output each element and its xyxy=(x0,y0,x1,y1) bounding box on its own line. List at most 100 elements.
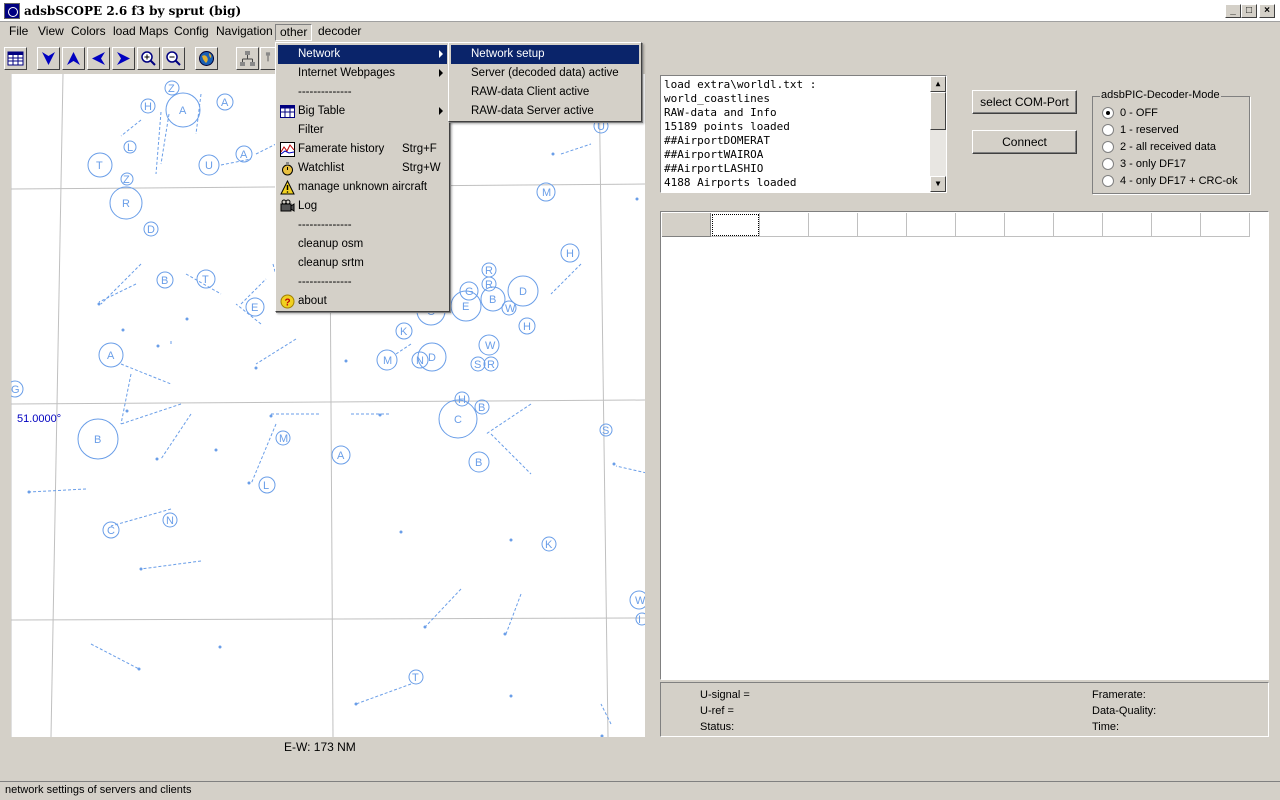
globe-icon[interactable] xyxy=(195,47,218,70)
menu-item-network[interactable]: Network xyxy=(278,45,447,64)
arrow-down-icon[interactable] xyxy=(37,47,60,70)
table-header-cell[interactable] xyxy=(956,213,1005,237)
network-icon-2[interactable] xyxy=(260,47,276,70)
radio-icon[interactable] xyxy=(1102,141,1114,153)
svg-text:S: S xyxy=(474,359,481,371)
arrow-left-icon[interactable] xyxy=(87,47,110,70)
connect-button[interactable]: Connect xyxy=(972,130,1077,154)
status-bar-text: network settings of servers and clients xyxy=(5,784,192,796)
menu-item-log[interactable]: Log xyxy=(278,197,447,216)
svg-text:M: M xyxy=(542,187,551,199)
menu-separator: -------------- xyxy=(298,219,352,231)
menu-decoder[interactable]: decoder xyxy=(314,24,365,41)
log-scrollbar[interactable]: ▲ ▼ xyxy=(930,76,946,192)
mode-option-4[interactable]: 4 - only DF17 + CRC-ok xyxy=(1102,173,1238,189)
table-header-cell[interactable] xyxy=(858,213,907,237)
status-label: Status: xyxy=(700,721,735,733)
svg-text:T: T xyxy=(202,274,209,286)
help-icon: ? xyxy=(280,294,295,309)
menu-item-internet-webpages[interactable]: Internet Webpages xyxy=(278,64,447,83)
menu-bar: File View Colors load Maps Config Naviga… xyxy=(0,22,1280,42)
arrow-up-icon[interactable] xyxy=(62,47,85,70)
zoom-in-icon[interactable] xyxy=(137,47,160,70)
table-icon[interactable] xyxy=(4,47,27,70)
table-header-cell[interactable] xyxy=(662,213,711,237)
scroll-down-icon[interactable]: ▼ xyxy=(930,176,946,192)
table-header-cell[interactable] xyxy=(1152,213,1201,237)
log-line: ##AirportDOMERAT xyxy=(664,134,770,147)
scroll-up-icon[interactable]: ▲ xyxy=(930,76,946,92)
svg-text:H: H xyxy=(144,101,152,113)
menu-item-network-setup[interactable]: Network setup xyxy=(451,45,639,64)
svg-text:A: A xyxy=(240,149,248,161)
maximize-button[interactable]: □ xyxy=(1241,4,1257,18)
network-icon[interactable] xyxy=(236,47,259,70)
log-line: world_coastlines xyxy=(664,92,770,105)
menu-config[interactable]: Config xyxy=(170,24,213,41)
menu-item-filter[interactable]: Filter xyxy=(278,121,447,140)
radio-icon[interactable] xyxy=(1102,107,1114,119)
svg-text:B: B xyxy=(161,275,168,287)
signal-status-panel: U-signal = U-ref = Status: Framerate: Da… xyxy=(660,682,1269,737)
radio-icon[interactable] xyxy=(1102,124,1114,136)
menu-item-manage-unknown-aircraft[interactable]: manage unknown aircraft xyxy=(278,178,447,197)
mode-option-3[interactable]: 3 - only DF17 xyxy=(1102,156,1186,172)
menu-item-famerate-history[interactable]: Famerate history Strg+F xyxy=(278,140,447,159)
table-header-cell[interactable] xyxy=(1005,213,1054,237)
svg-text:R: R xyxy=(485,265,493,277)
table-header-cell[interactable] xyxy=(760,213,809,237)
menu-colors[interactable]: Colors xyxy=(67,24,110,41)
decoder-mode-group: adsbPIC-Decoder-Mode 0 - OFF 1 - reserve… xyxy=(1092,89,1250,194)
table-header-cell[interactable] xyxy=(907,213,956,237)
arrow-right-icon[interactable] xyxy=(112,47,135,70)
menu-separator: -------------- xyxy=(298,276,352,288)
log-line: ##AirportLASHIO xyxy=(664,162,764,175)
svg-text:A: A xyxy=(221,97,229,109)
table-header-cell[interactable] xyxy=(1103,213,1152,237)
menu-item-about[interactable]: ? about xyxy=(278,292,447,311)
minimize-button[interactable]: _ xyxy=(1225,4,1241,18)
menu-file[interactable]: File xyxy=(5,24,32,41)
menu-item-server-decoded-active[interactable]: Server (decoded data) active xyxy=(451,64,639,83)
warning-icon xyxy=(280,180,295,195)
svg-text:U: U xyxy=(205,160,213,172)
menu-item-big-table[interactable]: Big Table xyxy=(278,102,447,121)
svg-text:T: T xyxy=(412,672,419,684)
menu-view[interactable]: View xyxy=(34,24,68,41)
log-textbox[interactable]: load extra\worldl.txt : world_coastlines… xyxy=(660,75,947,193)
menu-item-cleanup-srtm[interactable]: cleanup srtm xyxy=(278,254,447,273)
table-header-cell[interactable] xyxy=(1054,213,1103,237)
table-header-cell[interactable] xyxy=(809,213,858,237)
menu-item-raw-client-active[interactable]: RAW-data Client active xyxy=(451,83,639,102)
mode-option-0[interactable]: 0 - OFF xyxy=(1102,105,1158,121)
svg-text:D: D xyxy=(147,224,155,236)
latitude-label: 51.0000° xyxy=(17,413,62,425)
aircraft-table[interactable] xyxy=(660,211,1269,680)
svg-text:?: ? xyxy=(285,298,291,309)
table-header-cell[interactable] xyxy=(1201,213,1250,237)
zoom-out-icon[interactable] xyxy=(162,47,185,70)
scroll-thumb[interactable] xyxy=(930,92,946,130)
svg-text:H: H xyxy=(566,248,574,260)
mode-option-label: 4 - only DF17 + CRC-ok xyxy=(1120,175,1238,187)
table-header-cell[interactable] xyxy=(711,213,760,237)
menu-item-raw-server-active[interactable]: RAW-data Server active xyxy=(451,102,639,121)
menu-load-maps[interactable]: load Maps xyxy=(109,24,172,41)
select-com-port-button[interactable]: select COM-Port xyxy=(972,90,1077,114)
log-line: ##AirportWAIROA xyxy=(664,148,764,161)
svg-text:Z: Z xyxy=(168,83,175,95)
log-line: load extra\worldl.txt : xyxy=(664,78,817,91)
radio-icon[interactable] xyxy=(1102,158,1114,170)
menu-navigation[interactable]: Navigation xyxy=(212,24,277,41)
menu-item-cleanup-osm[interactable]: cleanup osm xyxy=(278,235,447,254)
close-button[interactable]: × xyxy=(1259,4,1275,18)
mode-option-1[interactable]: 1 - reserved xyxy=(1102,122,1179,138)
radio-icon[interactable] xyxy=(1102,175,1114,187)
menu-item-watchlist[interactable]: Watchlist Strg+W xyxy=(278,159,447,178)
svg-text:A: A xyxy=(337,450,345,462)
mode-option-2[interactable]: 2 - all received data xyxy=(1102,139,1216,155)
app-icon[interactable] xyxy=(4,3,20,19)
watch-icon xyxy=(282,162,293,176)
menu-other[interactable]: other xyxy=(275,24,313,41)
svg-text:G: G xyxy=(11,384,20,396)
